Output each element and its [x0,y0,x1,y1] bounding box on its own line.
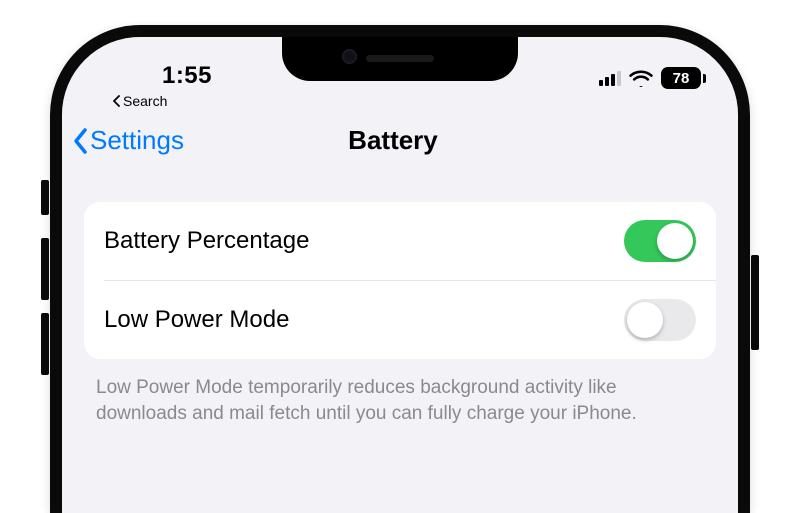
toggle-knob-icon [657,223,693,259]
caret-left-icon [112,95,121,107]
power-button[interactable] [751,255,759,350]
battery-indicator: 78 [661,67,706,89]
nav-header: Settings Battery [62,107,738,174]
battery-percentage-toggle[interactable] [624,220,696,262]
row-low-power-mode[interactable]: Low Power Mode [84,281,716,359]
battery-nub-icon [703,74,706,83]
back-to-app[interactable]: Search [112,93,167,109]
screen: 1:55 Search [62,37,738,513]
mute-switch[interactable] [41,180,49,215]
battery-percent: 78 [673,70,690,87]
settings-group: Battery Percentage Low Power Mode [84,202,716,359]
notch [282,35,518,81]
page-title: Battery [66,125,720,156]
clock: 1:55 [162,62,212,90]
toggle-knob-icon [627,302,663,338]
wifi-icon [629,69,653,87]
row-battery-percentage[interactable]: Battery Percentage [84,202,716,280]
row-label: Battery Percentage [104,227,309,255]
footer-note: Low Power Mode temporarily reduces backg… [62,361,738,426]
earpiece-speaker-icon [366,55,434,62]
volume-down-button[interactable] [41,313,49,375]
row-label: Low Power Mode [104,306,289,334]
front-camera-icon [342,49,357,64]
low-power-mode-toggle[interactable] [624,299,696,341]
device-frame: 1:55 Search [50,25,750,513]
cellular-icon [599,70,621,86]
back-to-app-label: Search [123,93,167,109]
volume-up-button[interactable] [41,238,49,300]
